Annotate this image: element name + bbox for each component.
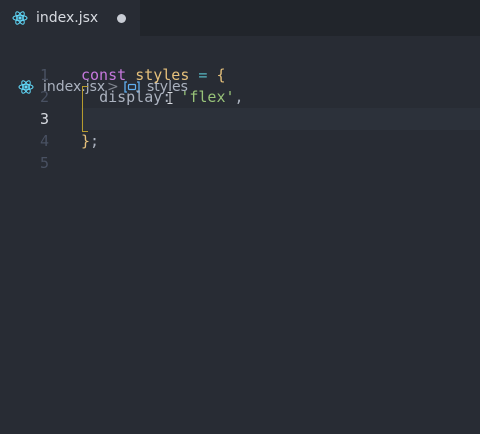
code-line-4[interactable]: }; — [81, 130, 99, 152]
tab-bar: index.jsx — [0, 0, 480, 36]
brace-token: } — [81, 132, 91, 150]
breadcrumb: index.jsx > styles — [0, 36, 480, 95]
code-line-1[interactable]: const styles = { — [81, 64, 226, 86]
line-number: 4 — [39, 132, 49, 150]
keyword-token: const — [81, 66, 127, 84]
current-line-highlight — [81, 108, 480, 130]
comma-token: , — [234, 88, 244, 106]
line-number: 5 — [39, 154, 49, 172]
variable-token: styles — [135, 66, 190, 84]
operator-token: = — [198, 66, 208, 84]
react-icon — [12, 11, 28, 25]
tab-label: index.jsx — [36, 10, 99, 26]
brace-token: { — [216, 66, 226, 84]
text-cursor-icon — [167, 92, 173, 104]
semicolon-token: ; — [90, 132, 100, 150]
unsaved-dot-icon[interactable] — [117, 14, 126, 23]
line-number: 1 — [39, 66, 49, 84]
line-number-active: 3 — [39, 110, 49, 128]
code-line-2[interactable]: display: 'flex', — [81, 86, 244, 108]
string-token: 'flex' — [180, 88, 235, 106]
code-editor[interactable]: 1 2 3 4 5 const styles = { display: 'fle… — [0, 64, 480, 434]
tab-index-jsx[interactable]: index.jsx — [0, 0, 140, 36]
line-number: 2 — [39, 88, 49, 106]
property-token: display — [99, 88, 163, 106]
